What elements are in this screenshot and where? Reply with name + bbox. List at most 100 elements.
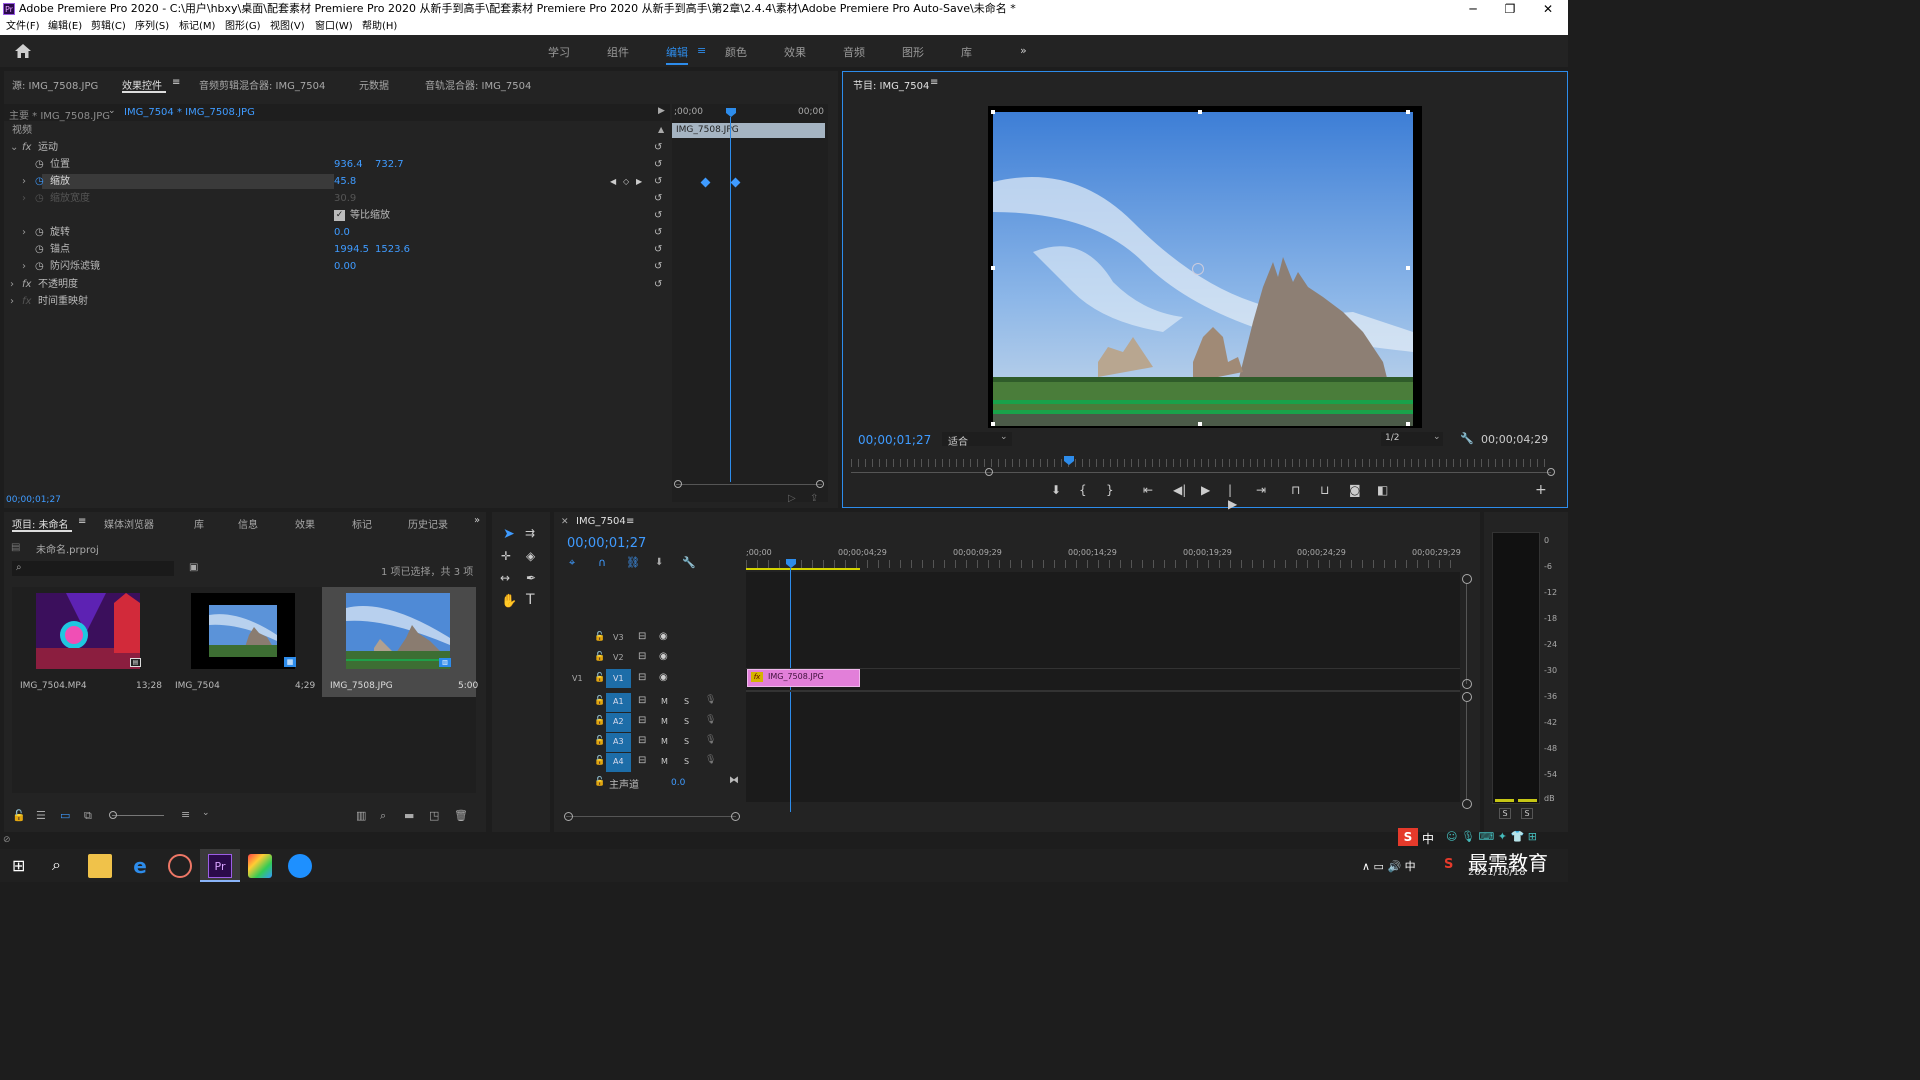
- fx-flicker-row[interactable]: › ◷ 防闪烁滤镜 0.00 ↺: [10, 258, 670, 275]
- track-select-tool-icon[interactable]: ⇉: [525, 526, 535, 540]
- stopwatch-icon[interactable]: ◷: [35, 241, 44, 258]
- tray-icons[interactable]: ∧ ▭ 🔊 中: [1362, 858, 1416, 874]
- new-bin-icon[interactable]: ▣: [189, 562, 198, 573]
- tab-media-browser[interactable]: 媒体浏览器: [104, 516, 154, 531]
- solo-left-button[interactable]: S: [1499, 808, 1511, 819]
- linked-selection-icon[interactable]: ⛓: [626, 556, 640, 569]
- add-marker-icon[interactable]: ⬇: [655, 557, 663, 568]
- menu-view[interactable]: 视图(V): [270, 18, 305, 35]
- transform-handle-l[interactable]: [991, 266, 995, 270]
- tab-effect-controls[interactable]: 效果控件: [122, 77, 162, 92]
- program-title[interactable]: 节目: IMG_7504: [853, 77, 929, 92]
- lock-icon[interactable]: 🔓: [12, 809, 26, 822]
- sogou-tray-icon[interactable]: S: [1444, 857, 1453, 872]
- effect-controls-menu-icon[interactable]: ≡: [172, 77, 180, 88]
- timeline-clip[interactable]: fx IMG_7508.JPG: [747, 669, 860, 687]
- timeline-menu-icon[interactable]: ≡: [626, 516, 634, 527]
- solo-button[interactable]: S: [684, 697, 689, 706]
- freeform-view-icon[interactable]: ⧉: [84, 809, 92, 823]
- menu-edit[interactable]: 编辑(E): [48, 18, 82, 35]
- more-panels-icon[interactable]: »: [474, 515, 480, 526]
- mark-in-icon[interactable]: {: [1079, 483, 1087, 497]
- minimize-button[interactable]: ─: [1455, 0, 1491, 18]
- anchor-point-icon[interactable]: [1192, 263, 1204, 275]
- ime-tools-icon[interactable]: ☺ 🎙 ⌨ ✦ 👕 ⊞: [1446, 830, 1537, 843]
- step-back-icon[interactable]: ◀|: [1173, 483, 1186, 497]
- sync-lock-icon[interactable]: ⊟: [638, 672, 646, 683]
- reset-uniform-icon[interactable]: ↺: [654, 207, 662, 224]
- project-menu-icon[interactable]: ≡: [78, 516, 86, 527]
- lock-icon[interactable]: 🔓: [594, 756, 605, 766]
- lock-icon[interactable]: 🔓: [594, 777, 605, 787]
- sync-lock-icon[interactable]: ⊟: [638, 631, 646, 642]
- v-scroll-handle-bottom[interactable]: [1462, 679, 1472, 689]
- workspace-audio[interactable]: 音频: [843, 44, 865, 60]
- sequence-clip-label[interactable]: IMG_7504 * IMG_7508.JPG: [124, 107, 255, 118]
- fx-icon[interactable]: fx: [22, 139, 31, 156]
- expand-chevron-icon[interactable]: ›: [22, 224, 26, 241]
- anchor-x-value[interactable]: 1994.5: [334, 241, 369, 258]
- eye-icon[interactable]: ◉: [659, 631, 668, 642]
- eye-icon[interactable]: ◉: [659, 651, 668, 662]
- premiere-taskbar-icon[interactable]: Pr: [208, 854, 232, 878]
- new-item-icon[interactable]: ◳: [429, 809, 439, 822]
- solo-button[interactable]: S: [684, 717, 689, 726]
- program-video-frame[interactable]: [988, 106, 1422, 428]
- maximize-button[interactable]: ❐: [1492, 0, 1528, 18]
- go-to-end-icon[interactable]: ⧓: [729, 775, 739, 786]
- sync-lock-icon[interactable]: ⊟: [638, 735, 646, 746]
- menu-graphics[interactable]: 图形(G): [225, 18, 261, 35]
- sort-icon[interactable]: ≡: [181, 808, 190, 821]
- close-tab-icon[interactable]: ✕: [561, 517, 569, 527]
- project-item-1[interactable]: ▤ IMG_7504.MP4 13;28: [12, 587, 166, 697]
- tab-audio-track-mixer[interactable]: 音轨混合器: IMG_7504: [425, 77, 531, 92]
- go-to-out-icon[interactable]: ⇥: [1256, 483, 1266, 497]
- expand-chevron-icon[interactable]: ›: [22, 258, 26, 275]
- pen-tool-icon[interactable]: ✒: [526, 571, 536, 585]
- project-item-2[interactable]: ▦ IMG_7504 4;29: [167, 587, 321, 697]
- reset-motion-icon[interactable]: ↺: [654, 139, 662, 156]
- transform-handle-t[interactable]: [1198, 110, 1202, 114]
- menu-window[interactable]: 窗口(W): [315, 18, 353, 35]
- sync-lock-icon[interactable]: ⊟: [638, 755, 646, 766]
- stopwatch-icon[interactable]: ◷: [35, 224, 44, 241]
- position-y-value[interactable]: 732.7: [375, 156, 404, 173]
- reset-scale-icon[interactable]: ↺: [654, 173, 662, 190]
- mute-button[interactable]: M: [661, 697, 668, 706]
- reset-flicker-icon[interactable]: ↺: [654, 258, 662, 275]
- solo-button[interactable]: S: [684, 737, 689, 746]
- track-label[interactable]: V2: [613, 653, 624, 662]
- zoom-handle-left[interactable]: [985, 468, 993, 476]
- mark-out-icon[interactable]: }: [1106, 483, 1114, 497]
- microphone-icon[interactable]: 🎙: [705, 735, 716, 745]
- tab-effects[interactable]: 效果: [295, 516, 315, 531]
- a-scroll-bar[interactable]: [1466, 702, 1467, 800]
- close-button[interactable]: ✕: [1530, 0, 1566, 18]
- go-to-in-icon[interactable]: ⇤: [1143, 483, 1153, 497]
- program-menu-icon[interactable]: ≡: [930, 77, 938, 88]
- new-folder-icon[interactable]: ▬: [404, 809, 414, 822]
- workspace-assembly[interactable]: 组件: [607, 44, 629, 60]
- workspace-learn[interactable]: 学习: [548, 44, 570, 60]
- add-button-icon[interactable]: +: [1535, 482, 1547, 498]
- step-forward-icon[interactable]: |▶: [1228, 483, 1237, 511]
- snap-icon[interactable]: ∩: [598, 556, 606, 569]
- mute-button[interactable]: M: [661, 737, 668, 746]
- reset-position-icon[interactable]: ↺: [654, 156, 662, 173]
- lock-icon[interactable]: 🔓: [594, 716, 605, 726]
- transform-handle-b[interactable]: [1198, 422, 1202, 426]
- h-zoom-bar[interactable]: [566, 816, 736, 817]
- solo-right-button[interactable]: S: [1521, 808, 1533, 819]
- workspace-graphics[interactable]: 图形: [902, 44, 924, 60]
- microphone-icon[interactable]: 🎙: [705, 755, 716, 765]
- file-explorer-icon[interactable]: [88, 854, 112, 878]
- sync-lock-icon[interactable]: ⊟: [638, 715, 646, 726]
- a-scroll-handle-bottom[interactable]: [1462, 799, 1472, 809]
- selection-tool-icon[interactable]: ➤: [503, 526, 515, 542]
- windows-start-icon[interactable]: ⊞: [12, 856, 25, 875]
- app-icon[interactable]: [168, 854, 192, 878]
- resolution-dropdown[interactable]: 1/2 ⌄: [1381, 432, 1443, 446]
- camera-icon[interactable]: ◙: [1349, 483, 1361, 497]
- master-clip-label[interactable]: 主要 * IMG_7508.JPG: [9, 107, 110, 122]
- transform-handle-br[interactable]: [1406, 422, 1410, 426]
